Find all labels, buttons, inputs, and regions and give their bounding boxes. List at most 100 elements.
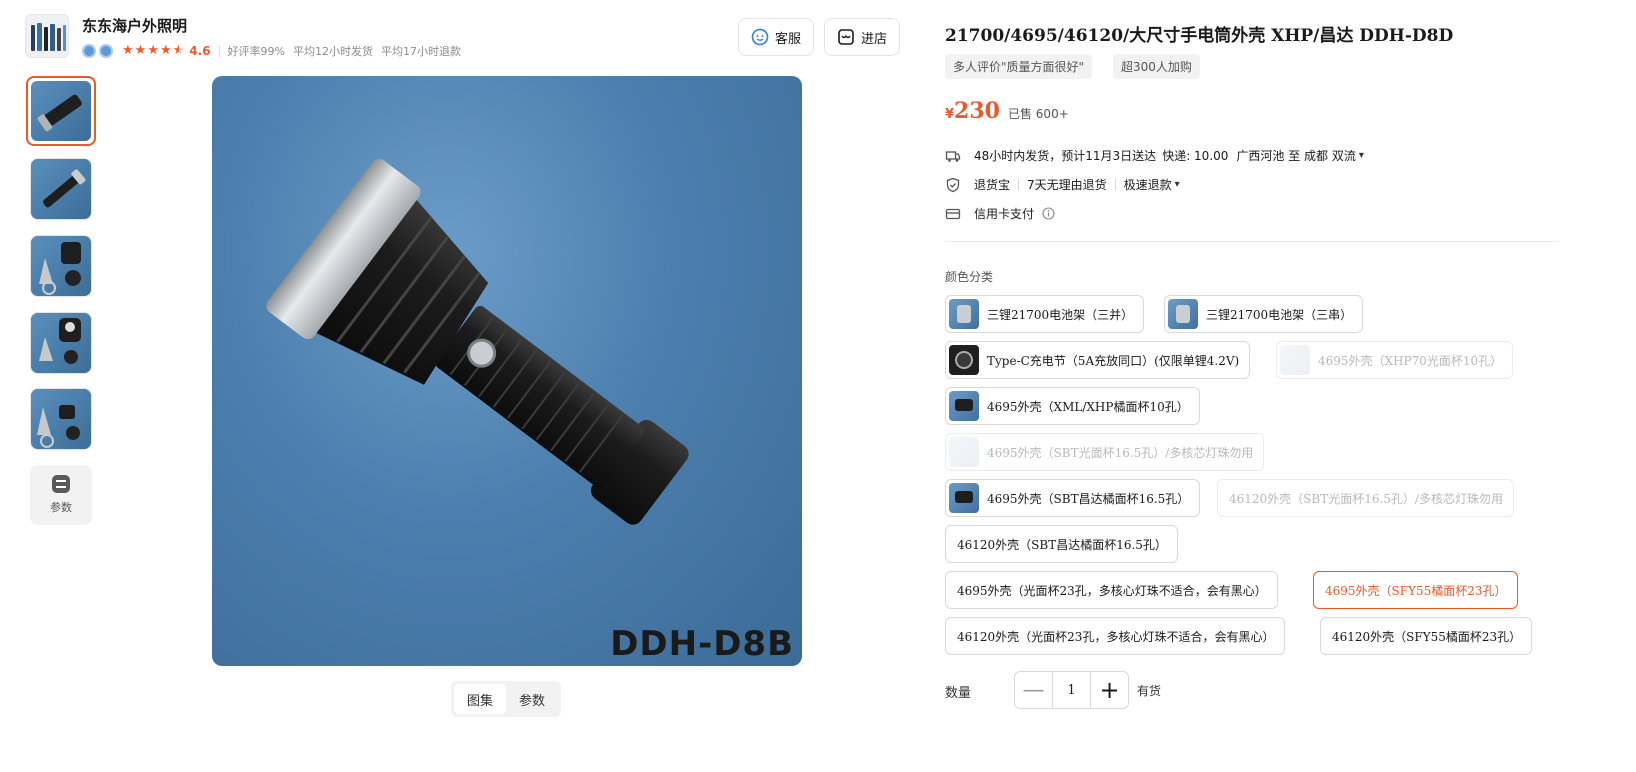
params-icon bbox=[52, 475, 70, 493]
section-divider bbox=[945, 241, 1559, 242]
variant-thumbnail bbox=[1168, 299, 1198, 329]
chevron-down-icon: ▾ bbox=[1358, 150, 1364, 161]
variant-option[interactable]: 三锂21700电池架（三并） bbox=[945, 295, 1145, 333]
variant-label: Type-C充电节（5A充放同口）(仅限单锂4.2V) bbox=[987, 353, 1240, 368]
main-product-image[interactable]: DDH-D8B bbox=[212, 76, 802, 666]
shop-badge-icon bbox=[99, 44, 113, 58]
thumbnail-image bbox=[31, 313, 91, 373]
chat-icon bbox=[751, 28, 769, 46]
params-thumbnail[interactable]: 参数 bbox=[30, 465, 92, 525]
star-icon: ★ bbox=[159, 43, 172, 58]
tab-gallery[interactable]: 图集 bbox=[454, 684, 506, 714]
credit-card-icon bbox=[945, 208, 961, 219]
shield-icon bbox=[946, 177, 960, 192]
variant-thumbnail bbox=[949, 299, 979, 329]
variant-section-label: 颜色分类 bbox=[945, 270, 994, 284]
params-thumbnail-label: 参数 bbox=[50, 501, 72, 514]
product-title: 21700/4695/46120/大尺寸手电筒外壳 XHP/昌达 DDH-D8D bbox=[945, 26, 1454, 46]
price-value: 230 bbox=[954, 98, 1000, 124]
half-star-icon: ★ bbox=[172, 43, 185, 58]
ship-route[interactable]: 广西河池 至 成都 双流 bbox=[1236, 147, 1355, 164]
image-watermark: DDH-D8B bbox=[610, 624, 794, 664]
delivery-row[interactable]: 48小时内发货，预计11月3日送达 快递: 10.00 广西河池 至 成都 双流… bbox=[945, 147, 1364, 164]
variant-option[interactable]: Type-C充电节（5A充放同口）(仅限单锂4.2V) bbox=[945, 341, 1251, 379]
thumbnail-4[interactable] bbox=[30, 312, 92, 374]
truck-icon bbox=[945, 150, 961, 162]
variant-option[interactable]: 46120外壳（SFY55橘面杯23孔） bbox=[1320, 617, 1533, 655]
variant-label: 三锂21700电池架（三串） bbox=[1206, 307, 1353, 322]
rating-stars: ★ ★ ★ ★ ★ bbox=[122, 44, 185, 58]
variant-option[interactable]: 46120外壳（SBT昌达橘面杯16.5孔） bbox=[945, 525, 1178, 563]
payment-row: 信用卡支付 bbox=[945, 205, 1055, 222]
variant-label: 46120外壳（SBT昌达橘面杯16.5孔） bbox=[957, 537, 1167, 552]
enter-shop-button[interactable]: 进店 bbox=[824, 18, 901, 56]
variant-label: 4695外壳（光面杯23孔，多核心灯珠不适合，会有黑心） bbox=[957, 583, 1267, 598]
star-icon: ★ bbox=[134, 43, 147, 58]
thumbnail-1[interactable] bbox=[26, 76, 96, 146]
variant-option[interactable]: 4695外壳（XHP70光面杯10孔） bbox=[1276, 341, 1514, 379]
variant-label: 4695外壳（XML/XHP橘面杯10孔） bbox=[987, 399, 1189, 414]
thumbnail-image bbox=[31, 389, 91, 449]
star-icon: ★ bbox=[122, 43, 134, 58]
variant-option[interactable]: 4695外壳（XML/XHP橘面杯10孔） bbox=[945, 387, 1200, 425]
customer-service-label: 客服 bbox=[775, 31, 802, 47]
variant-label: 46120外壳（光面杯23孔，多核心灯珠不适合，会有黑心） bbox=[957, 629, 1275, 644]
variant-option[interactable]: 46120外壳（SBT光面杯16.5孔）/多核芯灯珠勿用 bbox=[1217, 479, 1514, 517]
variant-thumbnail bbox=[949, 345, 979, 375]
thumbnail-image bbox=[31, 236, 91, 296]
shop-name[interactable]: 东东海户外照明 bbox=[82, 15, 187, 36]
variant-label: 46120外壳（SBT光面杯16.5孔）/多核芯灯珠勿用 bbox=[1229, 491, 1503, 506]
variant-thumbnail bbox=[1280, 345, 1310, 375]
ship-time: 48小时内发货，预计11月3日送达 bbox=[974, 149, 1157, 163]
enter-shop-label: 进店 bbox=[861, 31, 888, 47]
decrease-button[interactable]: — bbox=[1015, 672, 1052, 708]
variant-label: 4695外壳（SFY55橘面杯23孔） bbox=[1325, 583, 1507, 598]
return-insurance: 退货宝 bbox=[974, 178, 1011, 192]
express-fee: 快递: 10.00 bbox=[1162, 149, 1229, 163]
star-icon: ★ bbox=[147, 43, 159, 58]
divider bbox=[218, 45, 220, 57]
customer-service-button[interactable]: 客服 bbox=[738, 18, 815, 56]
divider bbox=[1018, 179, 1020, 190]
variant-option[interactable]: 4695外壳（SBT昌达橘面杯16.5孔） bbox=[945, 479, 1201, 517]
variant-option[interactable]: 4695外壳（光面杯23孔，多核心灯珠不适合，会有黑心） bbox=[945, 571, 1278, 609]
shop-logo[interactable] bbox=[25, 14, 69, 58]
variant-label: 4695外壳（SBT昌达橘面杯16.5孔） bbox=[987, 491, 1190, 506]
price-currency: ¥ bbox=[945, 107, 955, 122]
fast-refund[interactable]: 极速退款 bbox=[1124, 176, 1172, 193]
variant-option-selected[interactable]: 4695外壳（SFY55橘面杯23孔） bbox=[1313, 571, 1518, 609]
thumbnail-5[interactable] bbox=[30, 388, 92, 450]
variant-option[interactable]: 三锂21700电池架（三串） bbox=[1164, 295, 1364, 333]
variant-thumbnail bbox=[949, 437, 979, 467]
price-block: ¥ 230 已售 600+ bbox=[945, 98, 1069, 124]
thumbnail-2[interactable] bbox=[30, 158, 92, 220]
increase-button[interactable]: + bbox=[1091, 672, 1128, 708]
thumbnail-image bbox=[31, 159, 91, 219]
credit-card-payment: 信用卡支付 bbox=[974, 207, 1035, 221]
flashlight-illustration bbox=[266, 158, 689, 525]
thumbnail-3[interactable] bbox=[30, 235, 92, 297]
sold-count: 已售 600+ bbox=[1007, 107, 1069, 121]
service-row[interactable]: 退货宝 7天无理由退货 极速退款 ▾ bbox=[945, 176, 1180, 193]
thumbnail-image bbox=[31, 81, 91, 141]
variant-label: 4695外壳（SBT光面杯16.5孔）/多核芯灯珠勿用 bbox=[987, 445, 1254, 460]
shop-logo-image bbox=[26, 15, 68, 57]
info-icon[interactable] bbox=[1042, 207, 1055, 220]
review-tag: 多人评价"质量方面很好" bbox=[945, 54, 1093, 79]
cart-count-tag: 超300人加购 bbox=[1113, 54, 1200, 79]
tab-params[interactable]: 参数 bbox=[506, 684, 558, 714]
divider bbox=[1114, 179, 1116, 190]
variant-thumbnail bbox=[949, 391, 979, 421]
gallery-tab-switch: 图集 参数 bbox=[451, 681, 561, 717]
stock-status: 有货 bbox=[1137, 684, 1162, 698]
shop-icon bbox=[838, 29, 854, 45]
quantity-label: 数量 bbox=[945, 686, 972, 701]
shop-rating: 4.6 bbox=[189, 44, 211, 58]
variant-option[interactable]: 4695外壳（SBT光面杯16.5孔）/多核芯灯珠勿用 bbox=[945, 433, 1265, 471]
quantity-input[interactable]: 1 bbox=[1052, 672, 1091, 708]
variant-thumbnail bbox=[949, 483, 979, 513]
variant-label: 4695外壳（XHP70光面杯10孔） bbox=[1318, 353, 1503, 368]
positive-rate: 好评率99% bbox=[227, 45, 285, 58]
shop-meta: ★ ★ ★ ★ ★ 4.6 好评率99% 平均12小时发货 平均17小时退款 bbox=[82, 42, 469, 60]
variant-option[interactable]: 46120外壳（光面杯23孔，多核心灯珠不适合，会有黑心） bbox=[945, 617, 1286, 655]
